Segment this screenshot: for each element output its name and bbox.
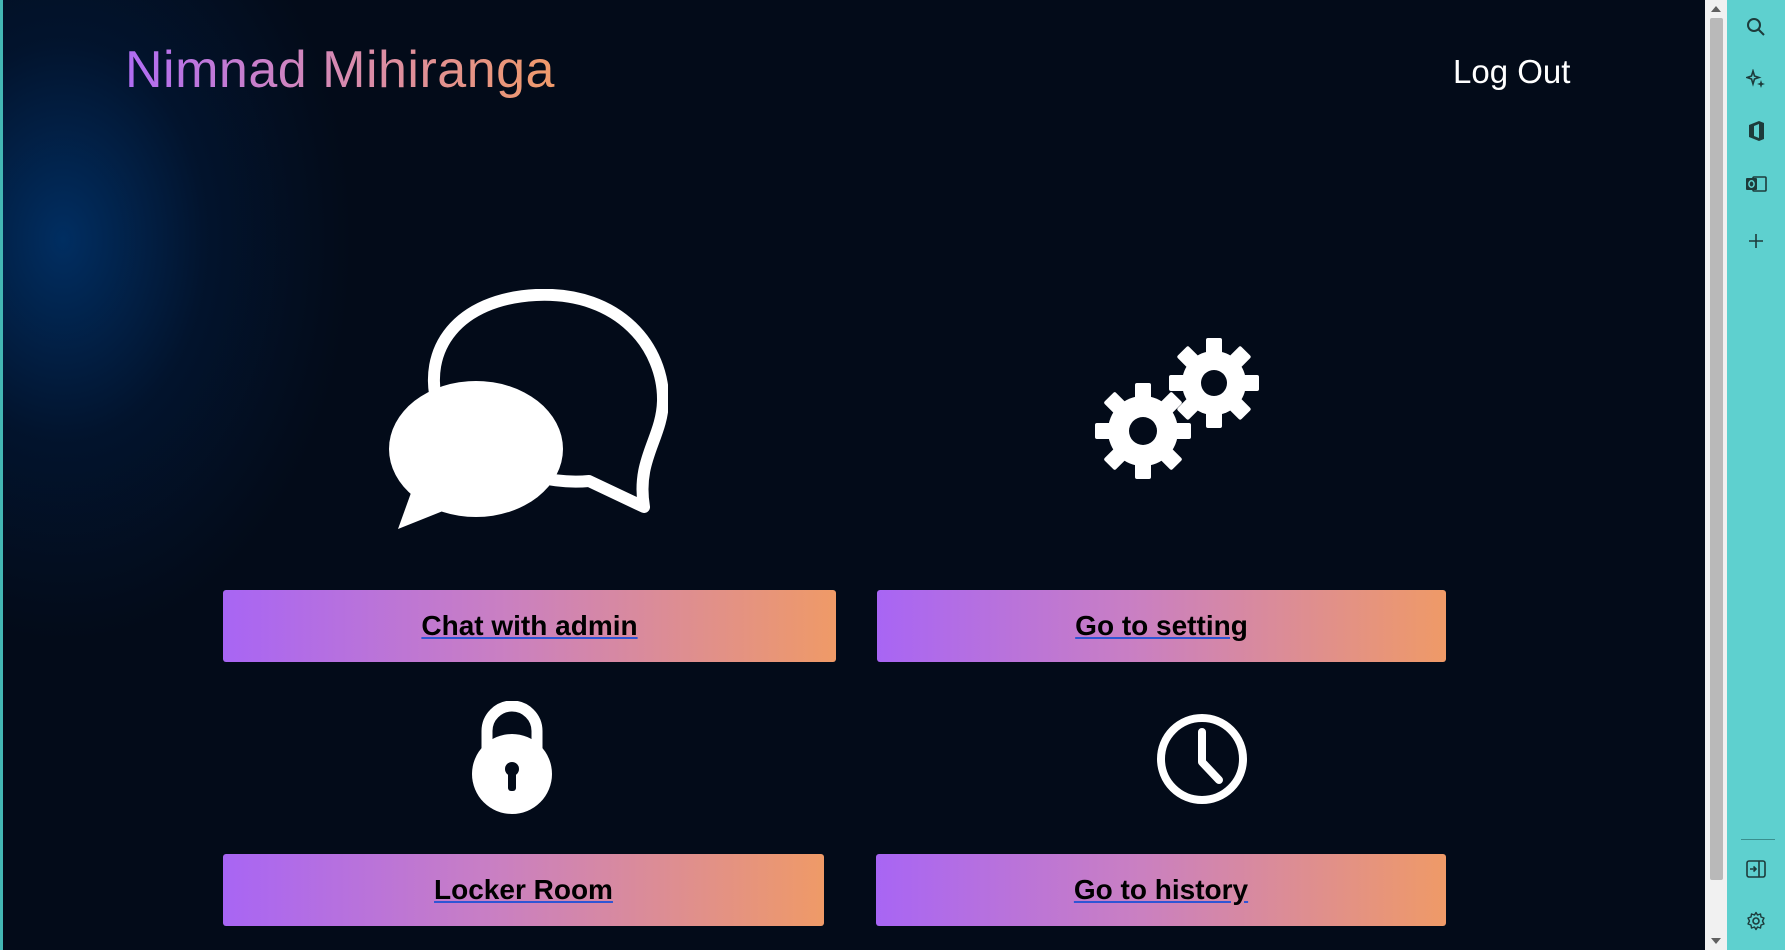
scroll-down-arrow-icon[interactable] (1711, 938, 1721, 944)
vertical-scrollbar[interactable] (1705, 0, 1727, 950)
go-to-history-link[interactable]: Go to history (1074, 874, 1248, 906)
rail-divider (1741, 839, 1775, 840)
outlook-icon[interactable] (1740, 168, 1772, 200)
search-icon[interactable] (1740, 11, 1772, 43)
go-to-setting-button[interactable]: Go to setting (877, 590, 1446, 662)
office-icon[interactable] (1740, 115, 1772, 147)
settings-icon[interactable] (1740, 905, 1772, 937)
browser-sidebar-rail (1727, 0, 1785, 950)
logout-link[interactable]: Log Out (1453, 52, 1570, 92)
go-to-setting-link[interactable]: Go to setting (1075, 610, 1248, 642)
page: Nimnad Mihiranga Log Out Chat with admin… (0, 0, 1705, 950)
plus-icon[interactable] (1740, 225, 1772, 257)
split-screen-icon[interactable] (1740, 853, 1772, 885)
sparkle-icon[interactable] (1740, 63, 1772, 95)
clock-icon (1155, 712, 1249, 806)
chat-with-admin-button[interactable]: Chat with admin (223, 590, 836, 662)
scrollbar-thumb[interactable] (1710, 18, 1723, 880)
chat-with-admin-link[interactable]: Chat with admin (421, 610, 637, 642)
locker-room-button[interactable]: Locker Room (223, 854, 824, 926)
padlock-icon (471, 701, 553, 815)
go-to-history-button[interactable]: Go to history (876, 854, 1446, 926)
brand-name: Nimnad Mihiranga (125, 38, 555, 102)
chat-bubbles-icon (386, 289, 668, 531)
gears-icon (1093, 336, 1265, 484)
scroll-up-arrow-icon[interactable] (1711, 6, 1721, 12)
locker-room-link[interactable]: Locker Room (434, 874, 613, 906)
